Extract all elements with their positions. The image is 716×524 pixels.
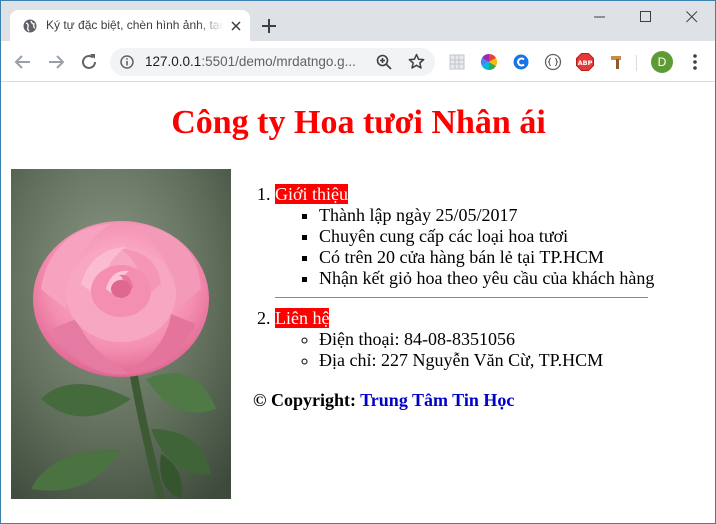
minimize-icon — [594, 16, 605, 18]
back-arrow-icon[interactable] — [13, 52, 33, 72]
toolbar-separator — [636, 55, 637, 71]
profile-avatar[interactable]: D — [651, 51, 673, 73]
list-item: Chuyên cung cấp các loại hoa tươi — [319, 226, 693, 247]
close-tab-icon[interactable] — [229, 19, 243, 33]
hammer-icon[interactable] — [608, 53, 626, 71]
c-extension-icon[interactable] — [512, 53, 530, 71]
new-tab-icon[interactable] — [260, 17, 278, 35]
list-item: Nhận kết giỏ hoa theo yêu cầu của khách … — [319, 268, 693, 289]
minimize-button[interactable] — [577, 1, 623, 33]
code-braces-icon[interactable] — [544, 53, 562, 71]
info-icon[interactable] — [120, 55, 134, 69]
svg-text:ABP: ABP — [578, 59, 593, 67]
section-label-intro: Giới thiệu — [275, 184, 349, 204]
tab-title: Ký tự đặc biệt, chèn hình ảnh, tạo — [46, 18, 224, 32]
active-tab[interactable]: Ký tự đặc biệt, chèn hình ảnh, tạo — [10, 10, 250, 41]
tab-strip: Ký tự đặc biệt, chèn hình ảnh, tạo — [1, 1, 715, 41]
page-viewport: Công ty Hoa tươi Nhân ái 1. Giới thiệu ▪… — [2, 83, 715, 523]
browser-toolbar: 127.0.0.1:5501/demo/mrdatngo.g... ABP D — [1, 41, 715, 82]
url-host: 127.0.0.1 — [145, 54, 202, 69]
list-section-contact: Liên hệ Điện thoại: 84-08-8351056 Địa ch… — [275, 308, 693, 371]
section-divider — [275, 297, 648, 298]
address-bar[interactable]: 127.0.0.1:5501/demo/mrdatngo.g... — [110, 48, 435, 76]
color-picker-icon[interactable] — [480, 53, 498, 71]
section-label-contact: Liên hệ — [275, 308, 330, 328]
content-block: Giới thiệu Thành lập ngày 25/05/2017 Chu… — [253, 184, 693, 411]
list-item: Thành lập ngày 25/05/2017 — [319, 205, 693, 226]
url-text[interactable]: 127.0.0.1:5501/demo/mrdatngo.g... — [145, 54, 365, 69]
contact-sublist: Điện thoại: 84-08-8351056 Địa chỉ: 227 N… — [275, 329, 693, 371]
url-path: :5501/demo/mrdatngo.g... — [201, 54, 356, 69]
main-list: Giới thiệu Thành lập ngày 25/05/2017 Chu… — [253, 184, 693, 371]
list-item: Điện thoại: 84-08-8351056 — [319, 329, 693, 350]
bookmark-star-icon[interactable] — [408, 53, 425, 70]
adblock-plus-icon[interactable]: ABP — [576, 53, 594, 71]
maximize-icon — [640, 11, 651, 22]
rose-image — [11, 169, 231, 499]
zoom-icon[interactable] — [376, 54, 392, 70]
forward-arrow-icon[interactable] — [46, 52, 66, 72]
copyright-org: Trung Tâm Tin Học — [360, 390, 515, 410]
list-item: Có trên 20 cửa hàng bán lẻ tại TP.HCM — [319, 247, 693, 268]
browser-window: Ký tự đặc biệt, chèn hình ảnh, tạo 127.0… — [0, 0, 716, 524]
globe-icon — [23, 19, 37, 33]
intro-sublist: Thành lập ngày 25/05/2017 Chuyên cung cấ… — [275, 205, 693, 289]
reload-icon[interactable] — [79, 52, 99, 72]
page-heading: Công ty Hoa tươi Nhân ái — [171, 104, 546, 141]
maximize-button[interactable] — [623, 1, 669, 33]
close-window-icon — [686, 11, 698, 23]
extension-grid-icon[interactable] — [448, 53, 466, 71]
kebab-menu-icon[interactable] — [687, 53, 703, 71]
copyright-prefix: © Copyright: — [253, 390, 356, 410]
list-section-intro: Giới thiệu Thành lập ngày 25/05/2017 Chu… — [275, 184, 693, 298]
copyright-line: © Copyright: Trung Tâm Tin Học — [253, 390, 693, 411]
close-window-button[interactable] — [669, 1, 715, 33]
list-item: Địa chỉ: 227 Nguyễn Văn Cừ, TP.HCM — [319, 350, 693, 371]
